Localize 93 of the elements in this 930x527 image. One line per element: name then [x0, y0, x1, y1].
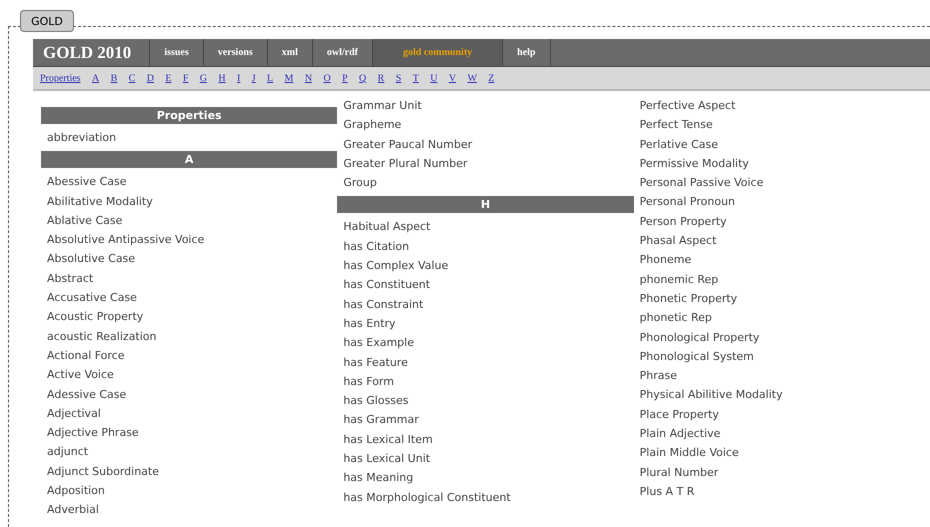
letter-link[interactable]: Z — [488, 72, 494, 84]
property-link[interactable]: Plus A T R — [634, 482, 930, 502]
property-link[interactable]: acoustic Realization — [41, 326, 338, 346]
property-link[interactable]: Abilitative Modality — [41, 192, 338, 211]
letter-link[interactable]: U — [430, 72, 438, 84]
property-link[interactable]: has Constraint — [337, 294, 634, 314]
property-link[interactable]: Phasal Aspect — [634, 231, 930, 250]
nav-link[interactable]: xml — [268, 39, 313, 66]
letter-link[interactable]: G — [200, 72, 207, 84]
property-link[interactable]: Adjectival — [41, 404, 338, 424]
property-link[interactable]: Accusative Case — [41, 288, 338, 308]
property-link[interactable]: phonetic Rep — [634, 308, 930, 328]
nav-link[interactable]: help — [503, 39, 550, 66]
property-link[interactable]: Plain Middle Voice — [634, 443, 930, 463]
property-link[interactable]: adjunct — [41, 442, 338, 462]
property-link[interactable]: Perfect Tense — [634, 115, 930, 135]
property-link[interactable]: Abessive Case — [41, 172, 338, 192]
property-link[interactable]: Phonetic Property — [634, 288, 930, 308]
property-link[interactable]: Person Property — [634, 212, 930, 232]
letter-link[interactable]: I — [237, 72, 240, 84]
site-title: GOLD 2010 — [33, 39, 150, 66]
nav-link[interactable]: versions — [204, 39, 268, 66]
property-link[interactable]: has Feature — [337, 352, 634, 372]
letter-link[interactable]: S — [396, 72, 402, 84]
property-link[interactable]: Greater Paucal Number — [337, 134, 634, 154]
site-tab[interactable]: GOLD — [20, 10, 74, 32]
property-link[interactable]: Acoustic Property — [41, 307, 338, 327]
letter-link[interactable]: W — [467, 72, 477, 84]
letter-link[interactable]: J — [252, 72, 256, 84]
letter-link[interactable]: M — [284, 72, 294, 84]
property-link[interactable]: has Entry — [337, 314, 634, 334]
property-link[interactable]: Perfective Aspect — [634, 96, 930, 116]
section-header: A — [41, 151, 338, 168]
letter-link[interactable]: E — [165, 72, 172, 84]
letter-link[interactable]: A — [92, 72, 100, 84]
property-link[interactable]: Phonological Property — [634, 328, 930, 347]
property-link[interactable]: Permissive Modality — [634, 154, 930, 174]
property-link[interactable]: Personal Pronoun — [634, 192, 930, 212]
property-link[interactable]: Perlative Case — [634, 134, 930, 154]
property-link[interactable]: Ablative Case — [41, 210, 338, 230]
property-link[interactable]: Group — [337, 173, 634, 192]
letter-link[interactable]: D — [146, 72, 154, 84]
letter-link[interactable]: T — [412, 72, 419, 84]
property-link[interactable]: has Meaning — [337, 468, 634, 488]
property-link[interactable]: has Example — [337, 333, 634, 353]
letter-link[interactable]: B — [110, 72, 118, 84]
property-link[interactable]: has Lexical Unit — [337, 449, 634, 468]
property-link[interactable]: Grammar Unit — [337, 96, 634, 116]
letter-link[interactable]: R — [378, 72, 384, 84]
letter-link[interactable]: O — [323, 72, 331, 84]
property-link[interactable]: has Morphological Constituent — [337, 488, 634, 507]
property-link[interactable]: has Grammar — [337, 410, 634, 430]
letter-link[interactable]: Q — [359, 72, 366, 84]
property-link[interactable]: Phoneme — [634, 250, 930, 270]
property-link[interactable]: has Citation — [337, 236, 634, 256]
property-link[interactable]: Grapheme — [337, 115, 634, 135]
letter-link[interactable]: Properties — [40, 72, 81, 84]
property-link[interactable]: Adessive Case — [41, 384, 338, 404]
property-link[interactable]: Active Voice — [41, 365, 338, 385]
property-link[interactable]: Adverbial — [41, 500, 338, 520]
letter-link[interactable]: F — [182, 72, 188, 84]
letter-link[interactable]: C — [128, 72, 136, 84]
property-link[interactable]: Physical Abilitive Modality — [634, 385, 930, 405]
property-link[interactable]: has Complex Value — [337, 256, 634, 276]
property-link[interactable]: Actional Force — [41, 346, 338, 366]
section-header: H — [337, 196, 634, 214]
letter-link[interactable]: V — [448, 72, 456, 84]
property-link[interactable]: has Lexical Item — [337, 430, 634, 450]
letter-link[interactable]: P — [342, 72, 348, 84]
property-link[interactable]: Habitual Aspect — [337, 217, 634, 237]
property-link[interactable]: Absolutive Case — [41, 249, 338, 269]
property-link[interactable]: has Form — [337, 372, 634, 392]
property-link[interactable]: Plural Number — [634, 462, 930, 482]
letter-link[interactable]: H — [218, 72, 226, 84]
property-link[interactable]: Greater Plural Number — [337, 154, 634, 174]
property-link[interactable]: has Constituent — [337, 275, 634, 295]
property-link[interactable]: Adjunct Subordinate — [41, 462, 338, 482]
nav-link[interactable]: issues — [150, 39, 204, 66]
property-link[interactable]: Absolutive Antipassive Voice — [41, 230, 338, 250]
letter-link[interactable]: N — [304, 72, 312, 84]
property-link[interactable]: Abstract — [41, 268, 338, 288]
section-header: Properties — [41, 107, 338, 124]
property-link[interactable]: Adposition — [41, 481, 338, 500]
property-link[interactable]: phonemic Rep — [634, 270, 930, 289]
property-link[interactable]: Phrase — [634, 366, 930, 386]
property-link[interactable]: abbreviation — [41, 128, 338, 148]
letter-link[interactable]: L — [267, 72, 274, 84]
property-link[interactable]: Personal Passive Voice — [634, 173, 930, 192]
property-link[interactable]: Place Property — [634, 404, 930, 424]
property-link[interactable]: Plain Adjective — [634, 424, 930, 444]
property-link[interactable]: has Glosses — [337, 391, 634, 410]
property-link[interactable]: Phonological System — [634, 346, 930, 366]
property-link[interactable]: Adjective Phrase — [41, 423, 338, 442]
